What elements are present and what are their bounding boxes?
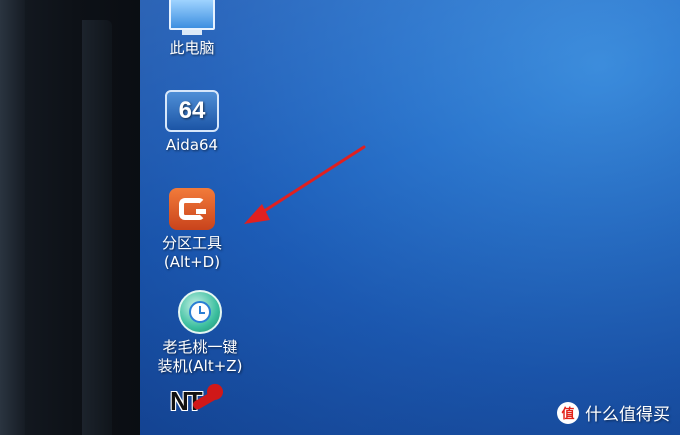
bezel-highlight — [0, 0, 25, 435]
one-key-install-icon — [178, 290, 222, 334]
desktop-icon-label: 此电脑 — [169, 39, 215, 57]
partition-tool-icon — [169, 188, 215, 230]
watermark-logo-icon: 值 — [557, 401, 579, 424]
desktop-icon-label: 老毛桃一键 — [162, 338, 238, 356]
desktop-icon-this-pc[interactable]: 此电脑 — [137, 0, 247, 58]
desktop-icon-partition-tool[interactable]: 分区工具 (Alt+D) — [137, 188, 247, 272]
watermark: 值 什么值得买 — [557, 400, 670, 425]
this-pc-icon — [169, 0, 215, 35]
desktop-icon-aida64[interactable]: 64 Aida64 — [137, 90, 247, 155]
aida64-icon: 64 — [165, 90, 219, 132]
monitor-bezel — [0, 0, 150, 435]
desktop-icon-shortcut: (Alt+D) — [163, 253, 221, 271]
desktop-icon-nt-password[interactable]: NT — [170, 386, 230, 432]
desktop-icon-one-key-install[interactable]: 老毛桃一键 装机(Alt+Z) — [145, 290, 255, 376]
desktop-icon-shortcut: 装机(Alt+Z) — [157, 357, 243, 375]
bezel-edge — [82, 20, 112, 435]
watermark-text: 什么值得买 — [585, 405, 670, 425]
desktop-icon-label: 分区工具 — [161, 234, 222, 252]
desktop-icon-label: Aida64 — [165, 136, 219, 154]
